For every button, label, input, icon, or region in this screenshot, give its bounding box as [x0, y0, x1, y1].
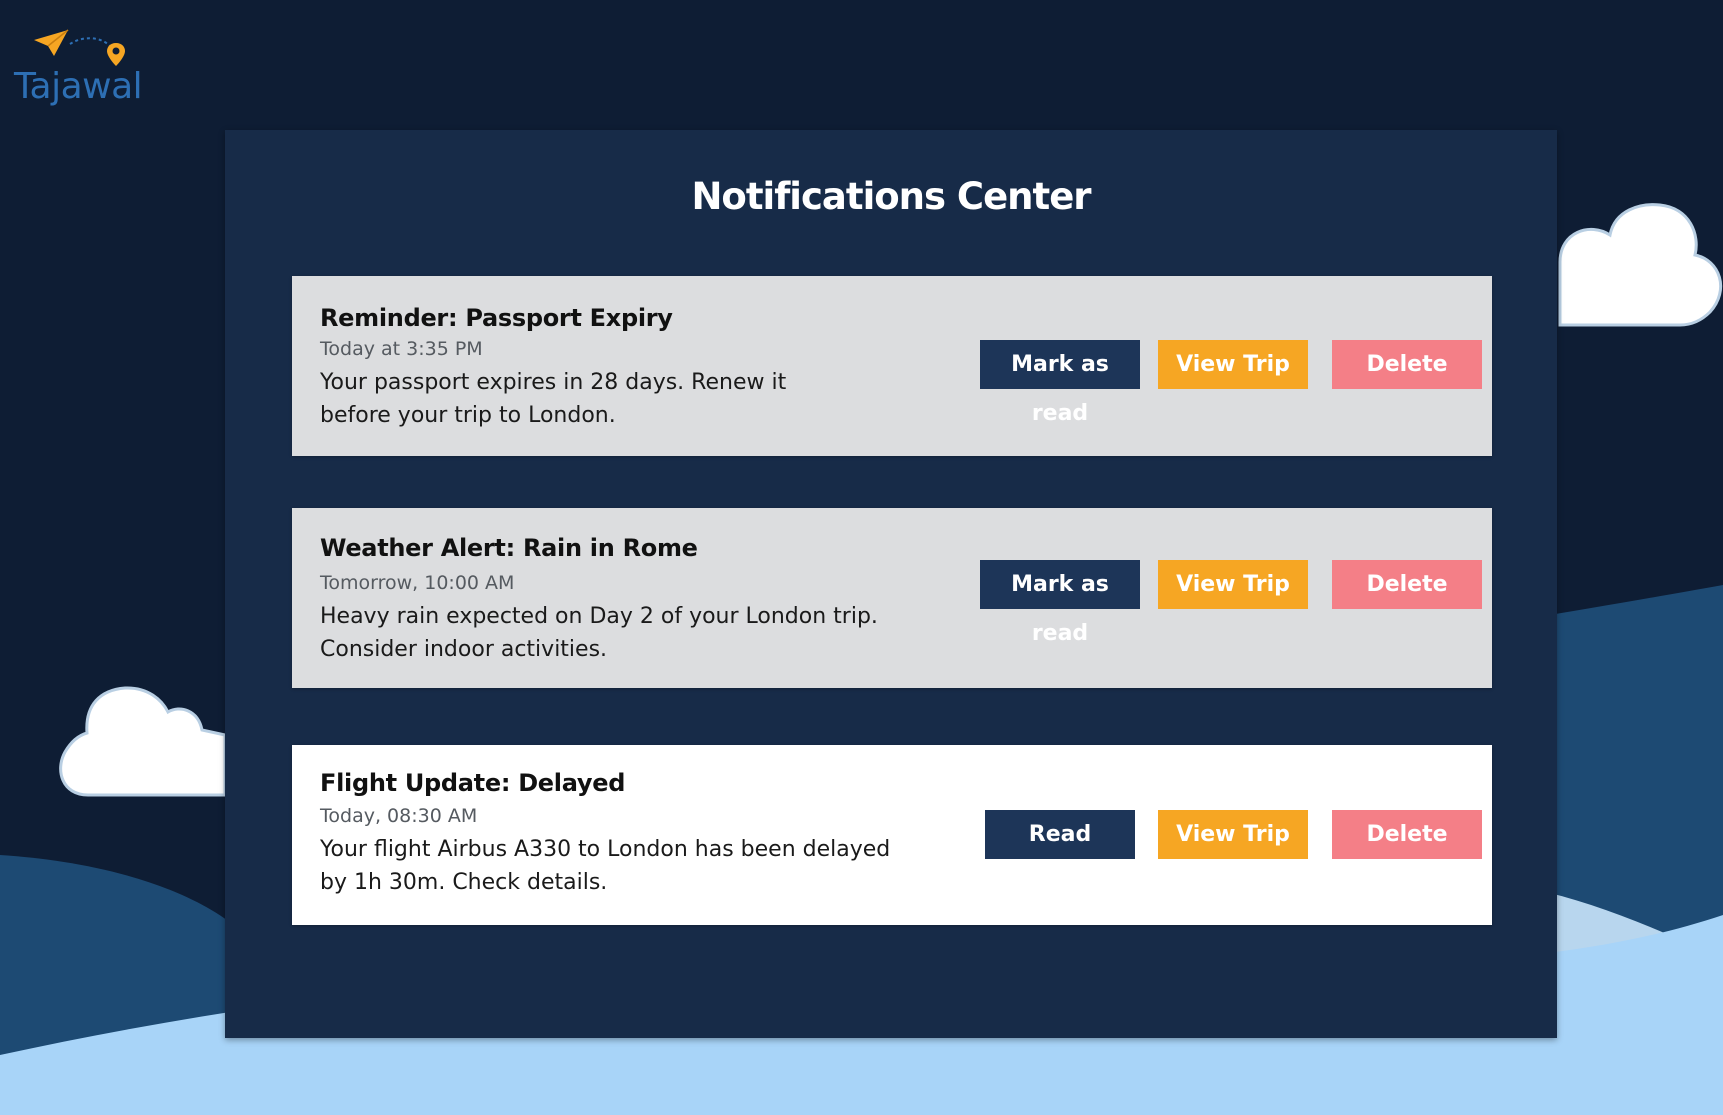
view-trip-button[interactable]: View Trip: [1158, 810, 1308, 859]
notification-time: Today at 3:35 PM: [320, 338, 483, 360]
notification-card: Weather Alert: Rain in Rome Tomorrow, 10…: [292, 508, 1492, 688]
view-trip-button[interactable]: View Trip: [1158, 340, 1308, 389]
notification-title: Reminder: Passport Expiry: [320, 304, 673, 332]
notification-title: Flight Update: Delayed: [320, 769, 626, 797]
notification-message: Your passport expires in 28 days. Renew …: [320, 370, 787, 428]
notifications-panel: Notifications Center Reminder: Passport …: [225, 130, 1557, 1038]
page-title: Notifications Center: [691, 175, 1091, 218]
location-pin-icon: [107, 43, 125, 66]
delete-button[interactable]: Delete: [1332, 560, 1482, 609]
notification-message: Heavy rain expected on Day 2 of your Lon…: [320, 604, 878, 662]
read-button[interactable]: Read: [985, 810, 1135, 859]
view-trip-button[interactable]: View Trip: [1158, 560, 1308, 609]
delete-button[interactable]: Delete: [1332, 340, 1482, 389]
notification-time: Tomorrow, 10:00 AM: [320, 572, 515, 594]
notification-time: Today, 08:30 AM: [320, 805, 478, 827]
notification-title: Weather Alert: Rain in Rome: [320, 534, 698, 562]
notification-card: Flight Update: Delayed Today, 08:30 AM Y…: [292, 745, 1492, 925]
notification-message: Your flight Airbus A330 to London has be…: [320, 837, 891, 895]
mark-as-read-button[interactable]: Mark as read: [980, 560, 1140, 646]
logo-text: Tajawal: [14, 66, 143, 107]
tajawal-logo[interactable]: Tajawal: [12, 28, 143, 108]
mark-as-read-button[interactable]: Mark as read: [980, 340, 1140, 426]
delete-button[interactable]: Delete: [1332, 810, 1482, 859]
notification-card: Reminder: Passport Expiry Today at 3:35 …: [292, 276, 1492, 456]
